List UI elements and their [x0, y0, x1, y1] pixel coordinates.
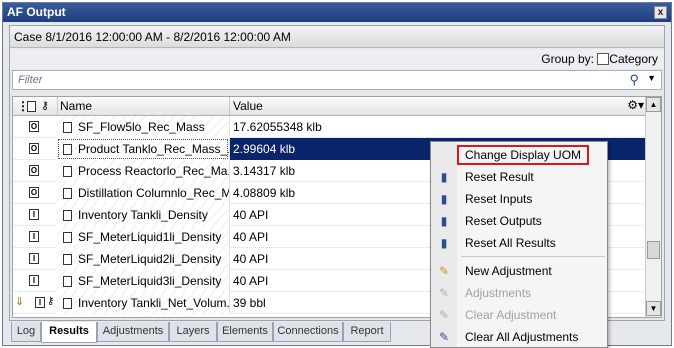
row-name-text: SF_MeterLiquid3li_Density	[78, 274, 222, 288]
scroll-down-icon[interactable]: ▼	[646, 301, 661, 316]
menu-separator	[461, 256, 605, 257]
doc-icon	[63, 188, 72, 199]
row-name: SF_MeterLiquid3li_Density	[57, 270, 229, 292]
filter-input[interactable]	[16, 72, 616, 88]
title-bar: AF Output x	[3, 3, 671, 22]
doc-icon	[63, 144, 72, 155]
close-icon[interactable]: x	[654, 6, 667, 19]
row-name: SF_MeterLiquid1li_Density	[57, 226, 229, 248]
reset-outputs-icon: ▮	[440, 214, 448, 228]
tab-results[interactable]: Results	[41, 322, 97, 343]
arrow-down-icon: ⇓	[15, 296, 25, 308]
menu-item-change-display-uom[interactable]: Change Display UOM	[431, 144, 607, 166]
window-title: AF Output	[7, 5, 66, 19]
clear-adjustment-icon: ✎	[438, 308, 450, 322]
reset-inputs-icon: ▮	[440, 192, 448, 206]
new-adjustment-icon: ✎	[438, 264, 450, 278]
category-label[interactable]: Category	[609, 49, 658, 69]
tab-adjustments[interactable]: Adjustments	[97, 322, 169, 342]
input-type-icon: I	[35, 297, 45, 308]
tab-layers[interactable]: Layers	[169, 322, 217, 342]
group-by-label: Group by:	[541, 52, 594, 66]
menu-item-label: Clear All Adjustments	[465, 330, 579, 344]
case-label: Case 8/1/2016 12:00:00 AM - 8/2/2016 12:…	[14, 30, 291, 44]
row-name-text: SF_Flow5lo_Rec_Mass	[78, 120, 205, 134]
menu-item-label: Reset Result	[465, 170, 534, 184]
menu-item-clear-all-adjustments[interactable]: ✎ Clear All Adjustments	[431, 326, 607, 348]
row-name: Inventory Tankli_Net_Volum...	[57, 292, 229, 314]
menu-item-reset-outputs[interactable]: ▮ Reset Outputs	[431, 210, 607, 232]
menu-item-reset-all-results[interactable]: ▮ Reset All Results	[431, 232, 607, 254]
doc-icon	[63, 232, 72, 243]
table-row[interactable]: O SF_Flow5lo_Rec_Mass 17.62055348 klb	[13, 116, 646, 138]
output-type-icon: O	[29, 165, 39, 176]
menu-item-label: Clear Adjustment	[465, 308, 557, 322]
key-icon: ⚷	[47, 296, 55, 307]
vertical-scrollbar[interactable]: ▲ ▼	[645, 97, 661, 317]
doc-icon	[63, 298, 72, 309]
clear-all-adjustments-icon: ✎	[438, 330, 450, 344]
menu-item-new-adjustment[interactable]: ✎ New Adjustment	[431, 260, 607, 282]
scroll-up-icon[interactable]: ▲	[646, 97, 661, 112]
menu-item-label: Reset Outputs	[465, 214, 542, 228]
row-name: Distillation Columnlo_Rec_M...	[57, 182, 229, 204]
output-type-icon: O	[29, 143, 39, 154]
row-name-text: Process Reactorlo_Rec_Ma...	[78, 164, 229, 178]
menu-item-reset-inputs[interactable]: ▮ Reset Inputs	[431, 188, 607, 210]
adjustments-icon: ✎	[438, 286, 450, 300]
row-name-text: Inventory Tankli_Density	[78, 208, 208, 222]
menu-item-label: Reset All Results	[465, 236, 556, 250]
filter-bar: ⚲ ▼	[12, 70, 662, 90]
doc-icon	[63, 166, 72, 177]
scroll-thumb[interactable]	[647, 241, 660, 259]
row-name: Product Tanklo_Rec_Mass_...	[57, 138, 229, 160]
doc-icon	[63, 254, 72, 265]
column-header-name[interactable]: Name	[57, 97, 229, 115]
row-name: SF_Flow5lo_Rec_Mass	[57, 116, 229, 138]
tab-elements[interactable]: Elements	[217, 322, 273, 342]
reset-result-icon: ▮	[440, 170, 448, 184]
doc-icon	[63, 122, 72, 133]
output-type-icon: O	[29, 121, 39, 132]
input-type-icon: I	[29, 253, 39, 264]
doc-icon	[63, 276, 72, 287]
search-icon[interactable]: ⚲	[629, 72, 639, 88]
grid-header: ⋮ ⚷ Name Value ⚙▾	[13, 97, 646, 116]
row-name-text: SF_MeterLiquid2li_Density	[78, 252, 222, 266]
row-name: Inventory Tankli_Density	[57, 204, 229, 226]
group-by-bar: Group by: Category	[10, 49, 664, 69]
menu-item-label: Reset Inputs	[465, 192, 533, 206]
row-name-text: SF_MeterLiquid1li_Density	[78, 230, 222, 244]
column-header-value[interactable]: Value	[229, 97, 646, 115]
menu-item-label: New Adjustment	[465, 264, 552, 278]
category-checkbox[interactable]	[597, 53, 609, 65]
chevron-down-icon[interactable]: ▼	[647, 73, 656, 83]
column-options-icon[interactable]: ⚙▾	[627, 98, 644, 112]
output-type-icon: O	[29, 187, 39, 198]
input-type-icon: I	[29, 209, 39, 220]
menu-item-adjustments[interactable]: ✎ Adjustments	[431, 282, 607, 304]
header-icons: ⋮ ⚷	[15, 97, 55, 115]
input-type-icon: I	[29, 275, 39, 286]
reset-all-icon: ▮	[440, 236, 448, 250]
row-value: 17.62055348 klb	[229, 116, 646, 138]
row-name-text: Distillation Columnlo_Rec_M...	[78, 186, 229, 200]
row-name: Process Reactorlo_Rec_Ma...	[57, 160, 229, 182]
row-name-text: Product Tanklo_Rec_Mass_...	[78, 142, 229, 156]
tab-report[interactable]: Report	[343, 322, 391, 342]
menu-item-label: Adjustments	[465, 286, 532, 300]
tab-log[interactable]: Log	[11, 322, 41, 342]
doc-icon[interactable]	[27, 101, 36, 112]
menu-item-clear-adjustment[interactable]: ✎ Clear Adjustment	[431, 304, 607, 326]
key-icon[interactable]: ⚷	[41, 97, 49, 115]
menu-item-label: Change Display UOM	[457, 145, 590, 165]
case-header: Case 8/1/2016 12:00:00 AM - 8/2/2016 12:…	[10, 26, 664, 48]
row-name-text: Inventory Tankli_Net_Volum...	[78, 296, 229, 310]
context-menu: Change Display UOM ▮ Reset Result ▮ Rese…	[430, 141, 608, 348]
doc-icon	[63, 210, 72, 221]
input-type-icon: I	[29, 231, 39, 242]
tab-connections[interactable]: Connections	[273, 322, 343, 342]
row-name: SF_MeterLiquid2li_Density	[57, 248, 229, 270]
menu-item-reset-result[interactable]: ▮ Reset Result	[431, 166, 607, 188]
